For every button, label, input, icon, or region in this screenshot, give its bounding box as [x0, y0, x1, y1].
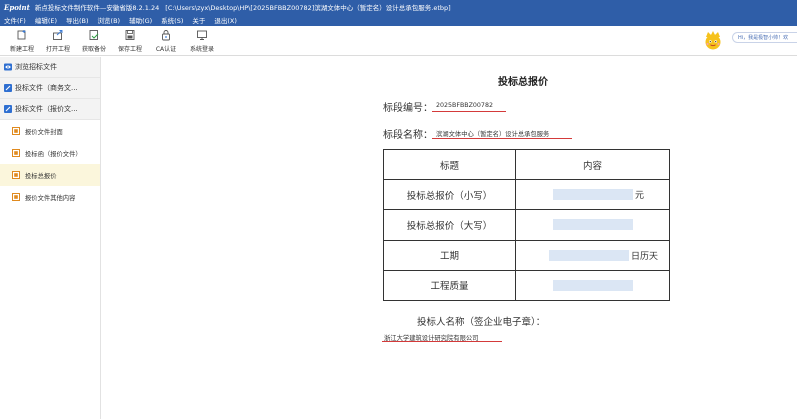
row-value-duration[interactable]: 日历天	[515, 239, 670, 271]
menu-export[interactable]: 导出(B)	[66, 15, 89, 25]
table-row: 投标总报价（小写） 元	[383, 179, 670, 211]
sidebar-item-label: 投标文件（商务文...	[15, 84, 78, 92]
menu-bar: 文件(F) 编辑(E) 导出(B) 浏览(B) 辅助(G) 系统(S) 关于 退…	[0, 14, 797, 26]
assistant-avatar-icon[interactable]	[702, 29, 724, 51]
row-value-quality[interactable]	[515, 269, 670, 302]
row-value-total-upper[interactable]	[515, 209, 670, 241]
ca-auth-label: CA认证	[155, 46, 177, 53]
document-icon	[12, 149, 20, 157]
get-backup-label: 获取备份	[81, 46, 106, 53]
document-area: 投标总报价 标段编号： 2025BFBBZ00782 标段名称： 滨湖文体中心（…	[102, 57, 797, 419]
system-login-label: 系统登录	[189, 46, 214, 53]
document-icon	[12, 193, 20, 201]
redacted-amount-upper-field[interactable]	[552, 219, 633, 231]
page-title: 投标总报价	[498, 77, 548, 88]
table-header-content: 内容	[515, 148, 670, 181]
save-project-button[interactable]: 保存工程	[112, 26, 148, 56]
save-project-label: 保存工程	[117, 46, 142, 53]
unit-yuan: 元	[634, 191, 644, 202]
redacted-amount-field[interactable]	[552, 189, 633, 201]
sidebar-item-browse-tender[interactable]: 浏览招标文件	[0, 57, 100, 78]
save-icon	[125, 30, 135, 40]
system-login-button[interactable]: 系统登录	[184, 26, 220, 56]
row-label-total-upper: 投标总报价（大写）	[383, 209, 516, 241]
bidder-name-label: 投标人名称（签企业电子章）：	[417, 317, 546, 328]
section-name-value[interactable]: 滨湖文体中心（暂定名）设计总承包服务	[436, 129, 549, 138]
sidebar-item-business-doc[interactable]: 投标文件（商务文...	[0, 78, 100, 99]
sidebar-item-label: 投标文件（报价文...	[15, 105, 78, 113]
new-project-icon	[17, 30, 26, 40]
menu-assist[interactable]: 辅助(G)	[129, 15, 152, 25]
edit-doc-icon	[4, 84, 12, 92]
menu-file[interactable]: 文件(F)	[4, 15, 26, 25]
ca-lock-icon	[162, 30, 170, 41]
assistant-greeting[interactable]: Hi，我是极智小帅！欢	[732, 32, 797, 43]
document-icon	[12, 171, 20, 179]
section-no-label: 标段编号：	[383, 103, 433, 114]
get-backup-button[interactable]: 获取备份	[76, 26, 112, 56]
table-header-title: 标题	[383, 148, 516, 181]
table-header-row: 标题 内容	[383, 148, 670, 181]
section-name-label: 标段名称：	[383, 130, 433, 141]
redacted-duration-field[interactable]	[548, 249, 629, 261]
section-no-value[interactable]: 2025BFBBZ00782	[436, 102, 493, 109]
sidebar-subitem-total-quote[interactable]: 投标总报价	[0, 164, 100, 186]
bidder-name-underline	[382, 341, 502, 342]
table-row: 工程质量	[383, 269, 670, 302]
sidebar-item-label: 投标函（报价文件）	[25, 150, 82, 158]
redacted-quality-field[interactable]	[552, 279, 633, 291]
table-row: 工期 日历天	[383, 239, 670, 271]
section-name-underline	[432, 138, 572, 139]
app-title: 新点投标文件制作软件—安徽省版8.2.1.24	[34, 4, 160, 12]
sidebar-subitem-other-content[interactable]: 报价文件其他内容	[0, 186, 100, 208]
document-icon	[12, 127, 20, 135]
get-backup-icon	[89, 30, 99, 40]
ca-auth-button[interactable]: CA认证	[148, 26, 184, 56]
open-project-button[interactable]: 打开工程	[40, 26, 76, 56]
title-bar: Epoint 新点投标文件制作软件—安徽省版8.2.1.24 [C:\Users…	[0, 0, 797, 14]
row-label-quality: 工程质量	[383, 269, 516, 302]
open-project-label: 打开工程	[45, 46, 70, 53]
sidebar-item-quote-doc[interactable]: 投标文件（报价文...	[0, 99, 100, 120]
new-project-button[interactable]: 新建工程	[4, 26, 40, 56]
file-path: [C:\Users\zyx\Desktop\HP\[2025BFBBZ00782…	[165, 4, 451, 12]
eye-icon	[4, 63, 12, 71]
row-label-total-lower: 投标总报价（小写）	[383, 179, 516, 211]
edit-doc-icon	[4, 105, 12, 113]
sidebar-item-label: 报价文件其他内容	[25, 194, 76, 202]
open-project-icon	[53, 30, 63, 40]
menu-edit[interactable]: 编辑(E)	[35, 15, 57, 25]
sidebar-item-label: 浏览招标文件	[15, 63, 57, 71]
quote-table: 标题 内容 投标总报价（小写） 元 投标总报价（大写） 工期 日历天 工程质量	[383, 148, 670, 302]
sidebar-item-label: 投标总报价	[25, 172, 57, 180]
section-no-underline	[432, 111, 506, 112]
new-project-label: 新建工程	[9, 46, 34, 53]
sidebar-subitem-quote-cover[interactable]: 报价文件封面	[0, 120, 100, 142]
unit-calendar-days: 日历天	[630, 251, 658, 262]
login-monitor-icon	[197, 30, 207, 40]
sidebar-subitem-bid-letter[interactable]: 投标函（报价文件）	[0, 142, 100, 164]
menu-system[interactable]: 系统(S)	[161, 15, 183, 25]
toolbar: 新建工程 打开工程 获取备份 保存工程 CA认证 系统登录	[0, 26, 797, 56]
menu-browse[interactable]: 浏览(B)	[98, 15, 121, 25]
menu-about[interactable]: 关于	[192, 15, 205, 25]
sidebar: 浏览招标文件 投标文件（商务文... 投标文件（报价文... 报价文件封面 投标…	[0, 57, 101, 419]
menu-exit[interactable]: 退出(X)	[214, 15, 237, 25]
table-row: 投标总报价（大写）	[383, 209, 670, 241]
app-logo: Epoint	[4, 2, 30, 12]
row-value-total-lower[interactable]: 元	[515, 179, 670, 211]
sidebar-item-label: 报价文件封面	[25, 128, 63, 136]
row-label-duration: 工期	[383, 239, 516, 271]
